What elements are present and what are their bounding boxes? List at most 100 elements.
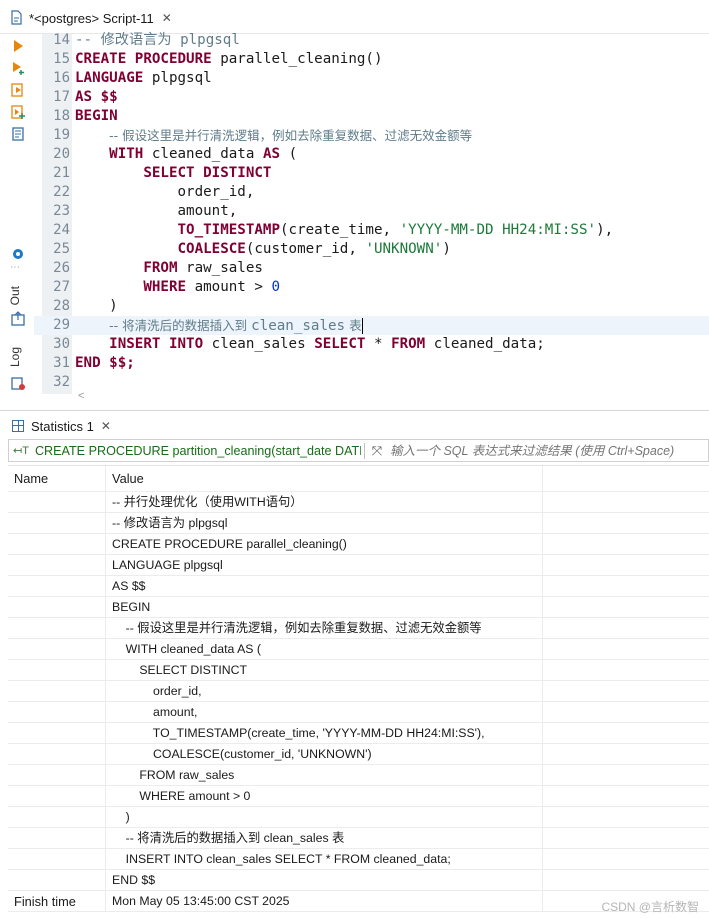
cell-name[interactable] xyxy=(8,849,106,870)
table-row[interactable]: FROM raw_sales xyxy=(8,765,709,786)
table-row[interactable]: AS $$ xyxy=(8,576,709,597)
output-panel-icon[interactable] xyxy=(10,311,26,327)
code-line[interactable]: 25 COALESCE(customer_id, 'UNKNOWN') xyxy=(34,240,709,259)
code-line[interactable]: 22 order_id, xyxy=(34,183,709,202)
close-icon[interactable]: ✕ xyxy=(162,11,172,25)
table-row[interactable]: amount, xyxy=(8,702,709,723)
cell-name[interactable] xyxy=(8,807,106,828)
table-row[interactable]: INSERT INTO clean_sales SELECT * FROM cl… xyxy=(8,849,709,870)
cell-name[interactable] xyxy=(8,576,106,597)
active-query-label[interactable]: ↤T CREATE PROCEDURE partition_cleaning(s… xyxy=(9,444,361,458)
horizontal-scrollbar[interactable]: < xyxy=(72,390,709,404)
cell-name[interactable] xyxy=(8,513,106,534)
cell-value[interactable]: WITH cleaned_data AS ( xyxy=(106,639,543,660)
execute-statement-icon[interactable] xyxy=(10,38,26,54)
cell-value[interactable]: AS $$ xyxy=(106,576,543,597)
code-line[interactable]: 15 CREATE PROCEDURE parallel_cleaning() xyxy=(34,50,709,69)
table-row[interactable]: order_id, xyxy=(8,681,709,702)
sql-editor[interactable]: 14 -- 修改语言为 plpgsql 15 CREATE PROCEDURE par… xyxy=(34,31,709,404)
cell-value[interactable]: ) xyxy=(106,807,543,828)
cell-name[interactable] xyxy=(8,723,106,744)
cell-name[interactable] xyxy=(8,597,106,618)
expand-filter-icon[interactable]: ⤧ xyxy=(368,443,386,459)
cell-value[interactable]: -- 将清洗后的数据插入到 clean_sales 表 xyxy=(106,828,543,849)
cell-name[interactable] xyxy=(8,555,106,576)
code-line[interactable]: 19 -- 假设这里是并行清洗逻辑，例如去除重复数据、过滤无效金额等 xyxy=(34,126,709,145)
settings-gear-icon[interactable] xyxy=(10,246,26,262)
code-line[interactable]: 24 TO_TIMESTAMP(create_time, 'YYYY-MM-DD… xyxy=(34,221,709,240)
cell-name[interactable] xyxy=(8,660,106,681)
scroll-left-icon[interactable]: < xyxy=(78,390,84,402)
table-row[interactable]: WHERE amount > 0 xyxy=(8,786,709,807)
cell-value[interactable]: CREATE PROCEDURE parallel_cleaning() xyxy=(106,534,543,555)
table-row[interactable]: LANGUAGE plpgsql xyxy=(8,555,709,576)
table-row[interactable]: WITH cleaned_data AS ( xyxy=(8,639,709,660)
cell-name[interactable] xyxy=(8,765,106,786)
cell-value[interactable]: INSERT INTO clean_sales SELECT * FROM cl… xyxy=(106,849,543,870)
code-line[interactable]: 14 -- 修改语言为 plpgsql xyxy=(34,31,709,50)
cell-value[interactable]: amount, xyxy=(106,702,543,723)
code-line[interactable]: 30 INSERT INTO clean_sales SELECT * FROM… xyxy=(34,335,709,354)
column-header-value[interactable]: Value xyxy=(106,466,543,492)
table-row[interactable]: END $$ xyxy=(8,870,709,891)
table-row[interactable]: TO_TIMESTAMP(create_time, 'YYYY-MM-DD HH… xyxy=(8,723,709,744)
code-line[interactable]: 26 FROM raw_sales xyxy=(34,259,709,278)
cell-value[interactable]: BEGIN xyxy=(106,597,543,618)
cell-name[interactable] xyxy=(8,681,106,702)
code-line[interactable]: 31 END $$; xyxy=(34,354,709,373)
table-row[interactable]: -- 假设这里是并行清洗逻辑，例如去除重复数据、过滤无效金额等 xyxy=(8,618,709,639)
tab-statistics-1[interactable]: Statistics 1 ✕ xyxy=(4,413,116,439)
cell-name[interactable] xyxy=(8,828,106,849)
cell-name[interactable]: Finish time xyxy=(8,891,106,912)
code-token: ( xyxy=(280,146,298,162)
code-line[interactable]: 28 ) xyxy=(34,297,709,316)
cell-value[interactable]: -- 并行处理优化（使用WITH语句） xyxy=(106,492,543,513)
execute-script-new-tab-icon[interactable] xyxy=(10,104,26,120)
cell-name[interactable] xyxy=(8,639,106,660)
cell-value[interactable]: COALESCE(customer_id, 'UNKNOWN') xyxy=(106,744,543,765)
tab-script-11[interactable]: *<postgres> Script-11 ✕ xyxy=(0,4,196,32)
code-line[interactable]: 16 LANGUAGE plpgsql xyxy=(34,69,709,88)
table-row[interactable]: CREATE PROCEDURE parallel_cleaning() xyxy=(8,534,709,555)
cell-value[interactable]: END $$ xyxy=(106,870,543,891)
table-row[interactable]: COALESCE(customer_id, 'UNKNOWN') xyxy=(8,744,709,765)
close-icon[interactable]: ✕ xyxy=(101,419,111,433)
cell-value[interactable]: WHERE amount > 0 xyxy=(106,786,543,807)
code-line[interactable]: 20 WITH cleaned_data AS ( xyxy=(34,145,709,164)
cell-name[interactable] xyxy=(8,492,106,513)
cell-value[interactable]: LANGUAGE plpgsql xyxy=(106,555,543,576)
log-panel-toggle[interactable]: Log xyxy=(8,347,22,367)
log-panel-icon[interactable] xyxy=(10,375,26,391)
table-row[interactable]: SELECT DISTINCT xyxy=(8,660,709,681)
cell-value[interactable]: order_id, xyxy=(106,681,543,702)
cell-value[interactable]: TO_TIMESTAMP(create_time, 'YYYY-MM-DD HH… xyxy=(106,723,543,744)
execute-script-icon[interactable] xyxy=(10,82,26,98)
table-row[interactable]: -- 并行处理优化（使用WITH语句） xyxy=(8,492,709,513)
cell-value[interactable]: Mon May 05 13:45:00 CST 2025 xyxy=(106,891,543,912)
code-line[interactable]: 18 BEGIN xyxy=(34,107,709,126)
cell-value[interactable]: SELECT DISTINCT xyxy=(106,660,543,681)
cell-name[interactable] xyxy=(8,618,106,639)
cell-name[interactable] xyxy=(8,744,106,765)
table-row[interactable]: BEGIN xyxy=(8,597,709,618)
cell-name[interactable] xyxy=(8,534,106,555)
code-line[interactable]: 23 amount, xyxy=(34,202,709,221)
code-line[interactable]: 27 WHERE amount > 0 xyxy=(34,278,709,297)
cell-name[interactable] xyxy=(8,786,106,807)
code-line[interactable]: 17 AS $$ xyxy=(34,88,709,107)
cell-name[interactable] xyxy=(8,702,106,723)
explain-plan-icon[interactable] xyxy=(10,126,26,142)
cell-name[interactable] xyxy=(8,870,106,891)
cell-value[interactable]: -- 修改语言为 plpgsql xyxy=(106,513,543,534)
filter-input[interactable] xyxy=(386,443,708,458)
code-line[interactable]: 29 -- 将清洗后的数据插入到 clean_sales 表 xyxy=(34,316,709,335)
table-row[interactable]: -- 修改语言为 plpgsql xyxy=(8,513,709,534)
execute-in-new-tab-icon[interactable] xyxy=(10,60,26,76)
code-line[interactable]: 21 SELECT DISTINCT xyxy=(34,164,709,183)
table-row[interactable]: ) xyxy=(8,807,709,828)
cell-value[interactable]: FROM raw_sales xyxy=(106,765,543,786)
table-row[interactable]: -- 将清洗后的数据插入到 clean_sales 表 xyxy=(8,828,709,849)
cell-value[interactable]: -- 假设这里是并行清洗逻辑，例如去除重复数据、过滤无效金额等 xyxy=(106,618,543,639)
column-header-name[interactable]: Name xyxy=(8,466,106,492)
out-panel-toggle[interactable]: Out xyxy=(8,286,22,305)
